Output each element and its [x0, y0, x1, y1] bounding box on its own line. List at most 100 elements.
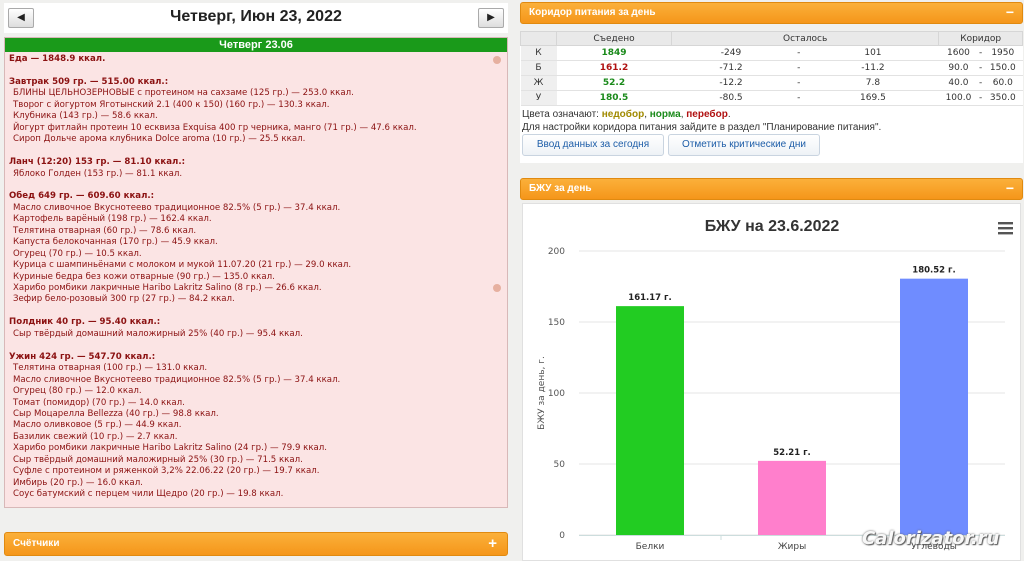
meal-spacer [9, 146, 501, 157]
counters-title: Счётчики [13, 538, 60, 549]
page: ◀ Четверг, Июн 23, 2022 ▶ Четверг 23.06 … [0, 0, 1024, 561]
hamburger-icon[interactable] [998, 222, 1013, 235]
food-item[interactable]: Куриные бедра без кожи отварные (90 гр.)… [9, 272, 501, 283]
drag-handle-icon[interactable] [493, 284, 501, 292]
corridor-row: У 180.5 -80.5-169.5 100.0-350.0 [520, 90, 1023, 106]
food-item[interactable]: Масло оливковое (5 гр.) — 44.9 ккал. [9, 420, 501, 431]
legend-under: недобор [601, 109, 645, 120]
hamburger-line [998, 232, 1013, 235]
watermark: Calorizator.ru [862, 528, 1000, 549]
header-eaten: Съедено [556, 31, 672, 46]
bju-chart-svg: БЖУ на 23.6.2022 0 50 100 150 200 БЖУ за день,… [537, 218, 1013, 552]
bju-panel-header: БЖУ за день − [520, 178, 1023, 200]
corridor-min: 1600 [938, 45, 979, 61]
y-tick-label: 0 [559, 531, 565, 541]
corridor-panel-title: Коридор питания за день [529, 7, 656, 18]
meal-title: Ланч (12:20) 153 гр. — 81.10 ккал.: [9, 157, 186, 168]
input-today-button[interactable]: Ввод данных за сегодня [522, 134, 664, 156]
food-item[interactable]: Базилик свежий (10 гр.) — 2.7 ккал. [9, 432, 501, 443]
food-item[interactable]: Картофель варёный (198 гр.) — 162.4 ккал… [9, 214, 501, 225]
hamburger-line [998, 227, 1013, 230]
food-item[interactable]: Яблоко Голден (153 гр.) — 81.1 ккал. [9, 169, 501, 180]
corridor-row: Б 161.2 -71.2- -11.2 90.0-150.0 [520, 60, 1023, 76]
data-label: 161.17 г. [628, 293, 671, 303]
mark-critical-days-button[interactable]: Отметить критические дни [668, 134, 820, 156]
remaining-max: 169.5 [807, 90, 939, 106]
range-separator: - [790, 90, 808, 106]
remaining-min: -80.5 [671, 90, 791, 106]
y-tick-label: 150 [548, 318, 565, 328]
food-item[interactable]: Клубника (143 гр.) — 58.6 ккал. [9, 111, 501, 122]
range-separator: - [790, 45, 808, 61]
corridor-row: Ж 52.2 -12.2-7.8 40.0-60.0 [520, 75, 1023, 91]
header-corridor: Коридор [938, 31, 1023, 46]
food-item[interactable]: Творог с йогуртом Яготынский 2.1 (400 к … [9, 100, 501, 111]
remaining-min: -71.2 [671, 60, 791, 76]
corridor-max: 150.0 [983, 60, 1023, 76]
corridor-row-label: У [520, 90, 557, 106]
y-tick-label: 50 [554, 460, 566, 470]
meal-title: Полдник 40 гр. — 95.40 ккал.: [9, 317, 161, 328]
corridor-table-header: Съедено Осталось Коридор [520, 31, 1023, 46]
x-tick-label: Жиры [778, 542, 806, 552]
food-item[interactable]: Телятина отварная (60 гр.) — 78.6 ккал. [9, 226, 501, 237]
food-item[interactable]: Зефир бело-розовый 300 гр (27 гр.) — 84.… [9, 294, 501, 305]
meal-title: Ужин 424 гр. — 547.70 ккал.: [9, 351, 156, 362]
food-item[interactable]: Капуста белокочанная (170 гр.) — 45.9 кк… [9, 237, 501, 248]
range-separator: - [790, 60, 808, 76]
food-item[interactable]: Масло сливочное Вкуснотеево традиционное… [9, 375, 501, 386]
collapse-minus-icon[interactable]: − [1006, 180, 1014, 196]
food-item[interactable]: БЛИНЫ ЦЕЛЬНОЗЕРНОВЫЕ с протеином на сахз… [9, 88, 501, 99]
remaining-max: 7.8 [807, 75, 939, 91]
eaten-value: 180.5 [556, 90, 672, 106]
corridor-row-label: Ж [520, 75, 557, 91]
meal-spacer [9, 340, 501, 351]
food-item[interactable]: Томат (помидор) (70 гр.) — 14.0 ккал. [9, 398, 501, 409]
left-column: ◀ Четверг, Июн 23, 2022 ▶ Четверг 23.06 … [4, 0, 508, 561]
food-item[interactable]: Харибо ромбики лакричные Haribo Lakritz … [9, 283, 501, 294]
food-item[interactable]: Огурец (70 гр.) — 10.5 ккал. [9, 249, 501, 260]
chart-title: БЖУ на 23.6.2022 [705, 218, 840, 235]
day-food-log: Четверг 23.06 Еда — 1848.9 ккал. Завтрак… [4, 37, 508, 508]
data-label: 52.21 г. [773, 448, 811, 458]
food-item[interactable]: Сыр Моцарелла Bellezza (40 гр.) — 98.8 к… [9, 409, 501, 420]
remaining-max: 101 [807, 45, 939, 61]
legend-over: перебор [686, 109, 728, 120]
food-item[interactable]: Масло сливочное Вкуснотеево традиционное… [9, 203, 501, 214]
hamburger-line [998, 222, 1013, 225]
bju-chart: БЖУ на 23.6.2022 0 50 100 150 200 БЖУ за день,… [522, 203, 1021, 561]
meal-title: Обед 649 гр. — 609.60 ккал.: [9, 191, 155, 202]
food-item[interactable]: Сыр твёрдый домашний маложирный 25% (40 … [9, 329, 501, 340]
food-item[interactable]: Суфле с протеином и ряженкой 3,2% 22.06.… [9, 466, 501, 477]
expand-plus-icon[interactable]: + [488, 535, 497, 552]
next-day-button[interactable]: ▶ [478, 8, 504, 28]
corridor-row: К 1849 -249-101 1600-1950 [520, 45, 1023, 61]
food-item[interactable]: Курица с шампиньёнами с молоком и мукой … [9, 260, 501, 271]
eaten-value: 52.2 [556, 75, 672, 91]
corridor-min: 100.0 [938, 90, 979, 106]
meal-spacer [9, 65, 501, 76]
food-item[interactable]: Сироп Дольче арома клубника Dolce aroma … [9, 134, 501, 145]
meal-spacer [9, 180, 501, 191]
counters-panel-header[interactable]: Счётчики + [4, 532, 508, 556]
y-axis-label: БЖУ за день, г. [537, 356, 547, 430]
date-navigation: ◀ Четверг, Июн 23, 2022 ▶ [4, 3, 508, 33]
food-item[interactable]: Йогурт фитлайн протеин 10 есквиза Exquis… [9, 123, 501, 134]
remaining-max: -11.2 [807, 60, 939, 76]
corridor-row-label: К [520, 45, 557, 61]
bar-2 [758, 460, 826, 535]
corridor-header-empty [520, 31, 557, 46]
corridor-max: 1950 [983, 45, 1023, 61]
legend-prefix: Цвета означают: [522, 109, 602, 120]
food-item[interactable]: Сыр твёрдый домашний маложирный 25% (30 … [9, 455, 501, 466]
food-item[interactable]: Огурец (80 гр.) — 12.0 ккал. [9, 386, 501, 397]
food-item[interactable]: Харибо ромбики лакричные Haribo Lakritz … [9, 443, 501, 454]
food-item[interactable]: Имбирь (20 гр.) — 16.0 ккал. [9, 478, 501, 489]
food-item[interactable]: Соус батумский с перцем чили Щедро (20 г… [9, 489, 501, 500]
drag-handle-icon[interactable] [493, 56, 501, 64]
collapse-minus-icon[interactable]: − [1006, 4, 1014, 20]
corridor-max: 350.0 [983, 90, 1023, 106]
bar-1 [616, 306, 684, 535]
food-item[interactable]: Телятина отварная (100 гр.) — 131.0 ккал… [9, 363, 501, 374]
food-log-body: Еда — 1848.9 ккал. Завтрак 509 гр. — 515… [5, 52, 507, 501]
